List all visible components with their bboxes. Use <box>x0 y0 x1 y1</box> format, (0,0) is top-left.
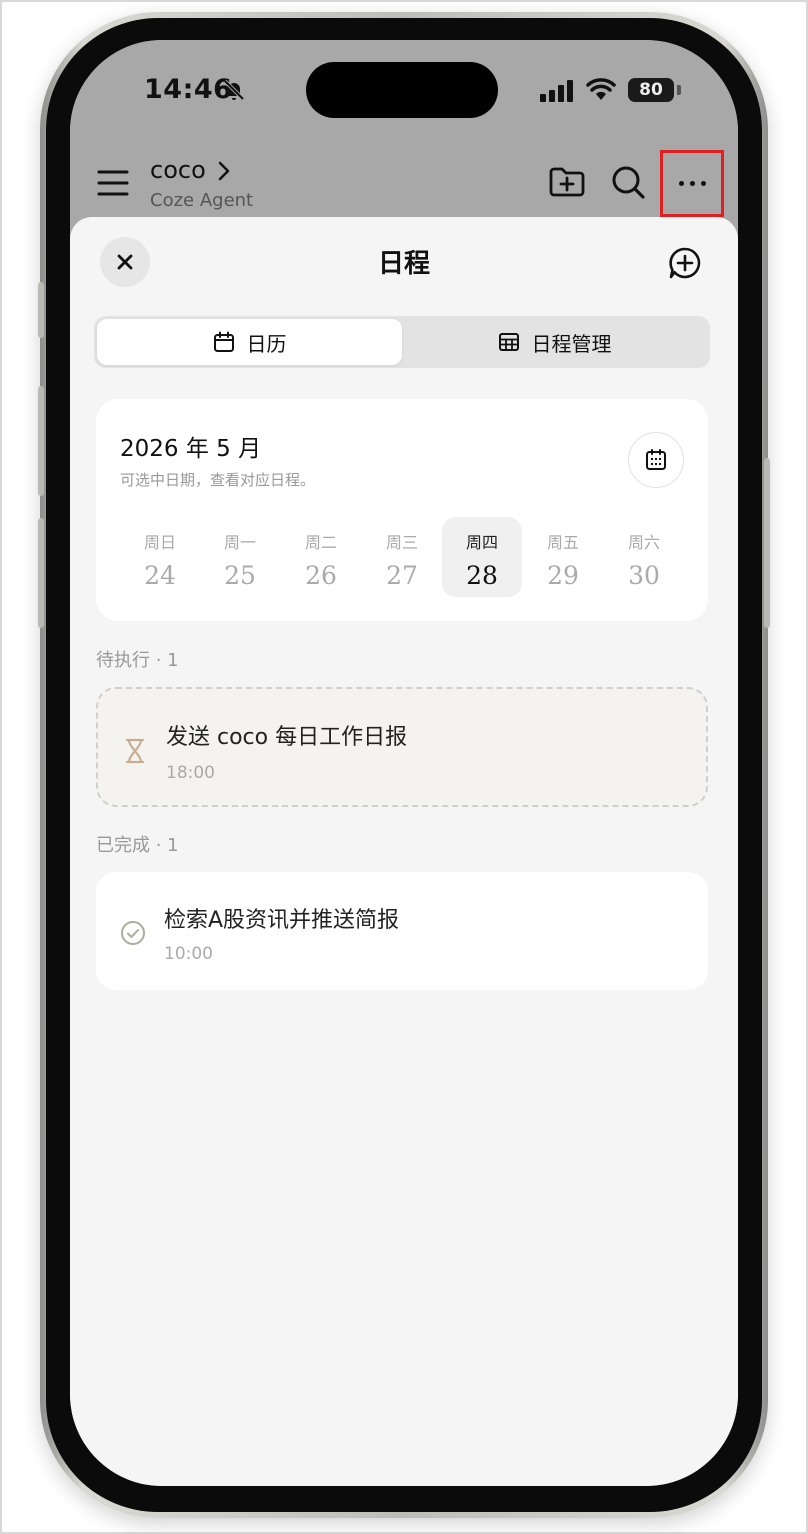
chevron-right-icon[interactable] <box>216 160 232 182</box>
phone-screen: 14:46 80 coco Coze Agent 日程 日历 日程管理 2026… <box>70 40 738 1486</box>
week-strip: 周日 24 周一 25 周二 26 周三 27 周四 28 周五 29 周六 3… <box>120 517 684 599</box>
schedule-sheet: 日程 日历 日程管理 2026 年 5 月 可选中日期，查看对应日程。 周日 2… <box>70 217 738 1486</box>
power-button <box>764 458 770 628</box>
completed-section-label: 已完成 · 1 <box>96 835 179 856</box>
status-time: 14:46 <box>144 74 233 105</box>
add-chat-icon[interactable] <box>668 246 702 280</box>
day-date: 28 <box>466 561 498 590</box>
tab-calendar-label: 日历 <box>246 331 287 356</box>
pending-section-label: 待执行 · 1 <box>96 650 179 671</box>
day-26[interactable]: 周二 26 <box>281 517 361 597</box>
calendar-card: 2026 年 5 月 可选中日期，查看对应日程。 周日 24 周一 25 周二 … <box>96 399 708 621</box>
day-date: 30 <box>628 561 660 590</box>
volume-down-button <box>38 518 44 628</box>
day-date: 24 <box>144 561 176 590</box>
day-weekday: 周日 <box>143 533 176 552</box>
wifi-icon <box>586 78 616 100</box>
agent-name[interactable]: coco <box>150 156 206 184</box>
calendar-hint: 可选中日期，查看对应日程。 <box>120 471 316 489</box>
battery-icon: 80 <box>628 78 674 102</box>
folder-add-icon[interactable] <box>548 166 586 198</box>
day-weekday: 周三 <box>385 533 418 552</box>
pending-task-item[interactable]: 发送 coco 每日工作日报 18:00 <box>96 687 708 807</box>
volume-up-button <box>38 386 44 496</box>
calendar-icon <box>213 331 234 352</box>
agent-subtitle: Coze Agent <box>150 190 254 211</box>
tab-schedule-management-label: 日程管理 <box>531 331 612 356</box>
action-button <box>38 282 44 338</box>
day-date: 25 <box>224 561 256 590</box>
more-button[interactable] <box>660 150 724 217</box>
task-time: 18:00 <box>166 763 215 783</box>
view-switcher: 日历 日程管理 <box>94 316 710 368</box>
search-icon[interactable] <box>610 164 646 200</box>
signal-icon <box>540 80 573 102</box>
day-weekday: 周六 <box>627 533 660 552</box>
more-icon-dot <box>678 181 684 186</box>
day-27[interactable]: 周三 27 <box>362 517 442 597</box>
day-weekday: 周二 <box>304 533 337 552</box>
tab-schedule-management[interactable]: 日程管理 <box>402 319 707 365</box>
date-picker-button[interactable] <box>628 432 684 488</box>
day-24[interactable]: 周日 24 <box>120 517 200 597</box>
month-title: 2026 年 5 月 <box>120 436 262 462</box>
bell-off-icon <box>223 79 245 101</box>
hourglass-icon <box>125 738 145 764</box>
day-25[interactable]: 周一 25 <box>200 517 280 597</box>
sheet-title: 日程 <box>377 249 430 279</box>
task-time: 10:00 <box>164 944 213 964</box>
day-weekday: 周五 <box>546 533 579 552</box>
day-weekday: 周一 <box>223 533 256 552</box>
check-circle-icon <box>121 921 145 945</box>
more-icon-dot <box>689 181 695 186</box>
grid-icon <box>498 333 519 351</box>
tab-calendar[interactable]: 日历 <box>97 319 402 365</box>
more-icon-dot <box>700 181 706 186</box>
day-date: 27 <box>386 561 418 590</box>
day-date: 26 <box>305 561 337 590</box>
task-title: 检索A股资讯并推送简报 <box>164 908 400 933</box>
completed-task-item[interactable]: 检索A股资讯并推送简报 10:00 <box>96 872 708 990</box>
day-28-selected[interactable]: 周四 28 <box>442 517 522 597</box>
menu-icon[interactable] <box>96 168 130 198</box>
task-title: 发送 coco 每日工作日报 <box>166 725 408 750</box>
day-weekday: 周四 <box>465 533 498 552</box>
day-29[interactable]: 周五 29 <box>523 517 603 597</box>
day-30[interactable]: 周六 30 <box>604 517 684 597</box>
calendar-grid-icon <box>646 449 666 470</box>
battery-tip <box>677 85 681 95</box>
day-date: 29 <box>547 561 579 590</box>
dynamic-island <box>306 62 498 118</box>
